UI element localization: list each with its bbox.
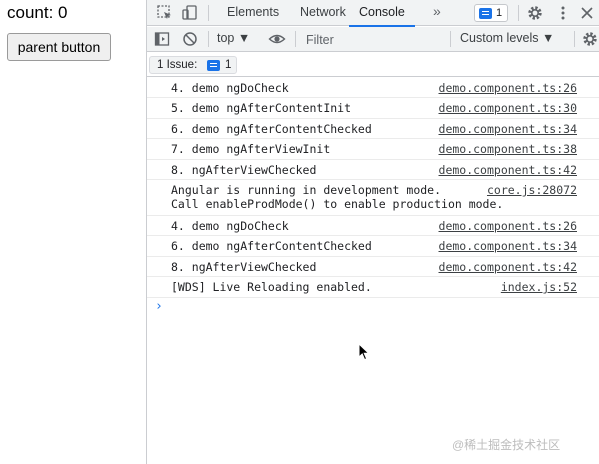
issues-label: 1 Issue: (157, 59, 198, 71)
inspect-element-icon[interactable] (156, 4, 174, 22)
context-select[interactable]: top ▼ (217, 31, 250, 45)
console-source-link[interactable]: index.js:52 (501, 280, 577, 294)
sidebar-toggle-icon[interactable] (153, 30, 171, 48)
mouse-cursor-icon (358, 343, 370, 361)
device-toolbar-icon[interactable] (181, 4, 199, 22)
console-message-text: Call enableProdMode() to enable producti… (171, 197, 504, 212)
more-tabs-button[interactable]: » (433, 3, 441, 19)
close-icon[interactable] (578, 4, 596, 22)
console-row: 4. demo ngDoCheck demo.component.ts:26 (147, 216, 599, 237)
issues-badge-count: 1 (496, 7, 503, 19)
toolbar-divider (295, 31, 296, 47)
message-icon (207, 60, 220, 71)
log-levels-dropdown[interactable]: Custom levels ▼ (460, 31, 554, 45)
console-row: 5. demo ngAfterContentInit demo.component… (147, 98, 599, 119)
prompt-chevron-icon: › (155, 298, 163, 314)
filter-input[interactable] (302, 30, 448, 49)
console-source-link[interactable]: core.js:28072 (487, 183, 577, 197)
console-message-text: 4. demo ngDoCheck (171, 218, 289, 233)
console-message-text: 6. demo ngAfterContentChecked (171, 121, 372, 136)
console-row: Angular is running in development mode. C… (147, 180, 599, 216)
toolbar-divider (450, 31, 451, 47)
parent-button[interactable]: parent button (7, 33, 111, 61)
gear-icon[interactable] (526, 4, 544, 22)
console-source-link[interactable]: demo.component.ts:42 (439, 163, 577, 177)
console-message-text: 4. demo ngDoCheck (171, 81, 289, 95)
console-message-text: 8. ngAfterViewChecked (171, 259, 317, 274)
console-prompt[interactable]: › (147, 298, 599, 318)
console-row: 8. ngAfterViewChecked demo.component.ts:4… (147, 160, 599, 180)
console-message-text: Angular is running in development mode. (171, 182, 442, 197)
console-row: 6. demo ngAfterContentChecked demo.compon… (147, 119, 599, 140)
console-source-link[interactable]: demo.component.ts:34 (439, 239, 577, 253)
count-label: count: 0 (7, 3, 68, 22)
toolbar-divider (208, 5, 209, 21)
watermark: @稀土掘金技术社区 (452, 438, 561, 452)
message-icon (479, 8, 492, 19)
console-message-text: 7. demo ngAfterViewInit (171, 142, 331, 157)
tab-network[interactable]: Network (300, 0, 346, 26)
console-toolbar: top ▼ Custom levels ▼ (147, 27, 599, 52)
console-source-link[interactable]: demo.component.ts:26 (439, 81, 577, 95)
devtools-panel: Elements Network Console » 1 top ▼ Filte… (146, 0, 599, 464)
console-message-text: 8. ngAfterViewChecked (171, 162, 317, 177)
tab-console[interactable]: Console (349, 0, 415, 27)
toolbar-divider (518, 5, 519, 21)
issues-link-button[interactable]: 1 Issue: 1 (149, 56, 237, 74)
issues-bar: 1 Issue: 1 (147, 53, 599, 77)
eye-icon[interactable] (268, 30, 286, 48)
toolbar-divider (574, 31, 575, 47)
toolbar-divider (208, 31, 209, 47)
console-row: [WDS] Live Reloading enabled. index.js:52 (147, 277, 599, 298)
console-source-link[interactable]: demo.component.ts:38 (439, 142, 577, 156)
console-messages: 4. demo ngDoCheck demo.component.ts:26 5. … (147, 78, 599, 318)
console-source-link[interactable]: demo.component.ts:34 (439, 122, 577, 136)
console-message-text: [WDS] Live Reloading enabled. (171, 280, 372, 295)
issues-badge-button[interactable]: 1 (474, 4, 508, 22)
console-row: 4. demo ngDoCheck demo.component.ts:26 (147, 78, 599, 99)
clear-console-icon[interactable] (181, 30, 199, 48)
console-source-link[interactable]: demo.component.ts:30 (439, 101, 577, 115)
console-source-link[interactable]: demo.component.ts:26 (439, 219, 577, 233)
console-source-link[interactable]: demo.component.ts:42 (439, 260, 577, 274)
more-options-icon[interactable] (554, 4, 572, 22)
console-message-text: 6. demo ngAfterContentChecked (171, 239, 372, 254)
tab-console-label: Console (359, 5, 405, 19)
console-row: 8. ngAfterViewChecked demo.component.ts:4… (147, 257, 599, 278)
console-row: 7. demo ngAfterViewInit demo.component.ts… (147, 139, 599, 160)
issues-count: 1 (225, 59, 232, 71)
devtools-tab-bar: Elements Network Console » 1 (147, 0, 599, 27)
console-settings-gear-icon[interactable] (581, 30, 599, 48)
console-row: 6. demo ngAfterContentChecked demo.compon… (147, 236, 599, 257)
tab-elements[interactable]: Elements (227, 0, 279, 26)
app-pane: count: 0 parent button (0, 0, 146, 464)
console-message-text: 5. demo ngAfterContentInit (171, 101, 352, 116)
